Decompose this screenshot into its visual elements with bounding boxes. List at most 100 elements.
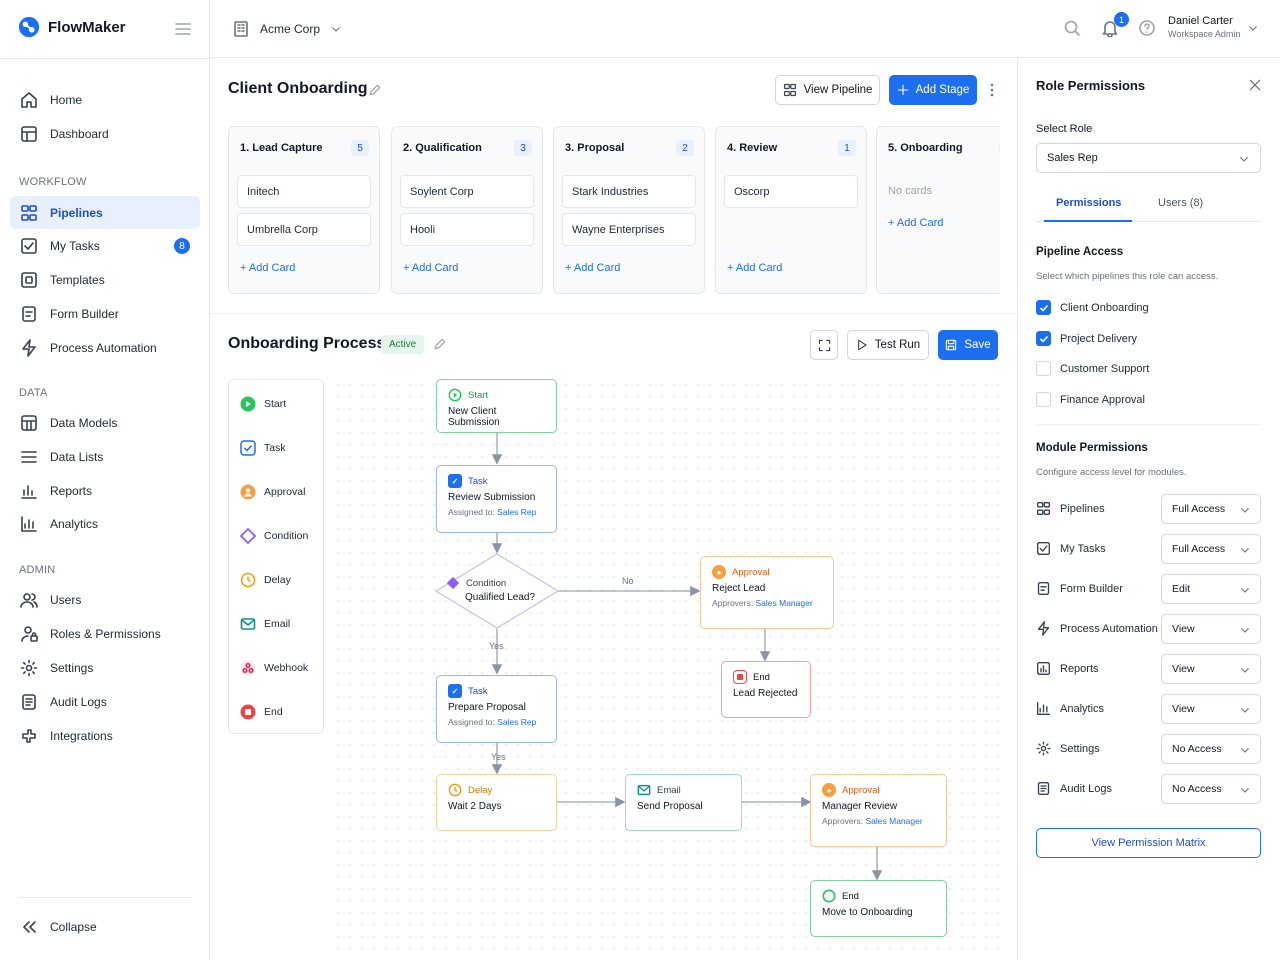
pipeline-card[interactable]: Stark Industries	[562, 175, 696, 208]
sidebar-item-roles-permissions[interactable]: Roles & Permissions	[10, 617, 200, 650]
sidebar-item-data-models[interactable]: Data Models	[10, 406, 200, 439]
access-level-select[interactable]: No Access	[1161, 774, 1261, 804]
palette-item-task[interactable]: Task	[240, 440, 286, 456]
sidebar-item-pipelines[interactable]: Pipelines	[10, 196, 200, 229]
org-switcher[interactable]: Acme Corp	[232, 20, 342, 38]
palette-item-approval[interactable]: Approval	[240, 484, 305, 500]
tasks-icon	[21, 237, 37, 254]
workflow-node-end[interactable]: End Move to Onboarding	[810, 880, 947, 937]
node-assignee[interactable]: Sales Rep	[497, 507, 536, 517]
module-row-process-automation: Process Automation View	[1036, 614, 1261, 644]
sidebar-item-audit-logs[interactable]: Audit Logs	[10, 685, 200, 718]
menu-icon[interactable]	[174, 20, 192, 38]
pipeline-checkbox[interactable]: Project Delivery	[1036, 331, 1137, 346]
fullscreen-button[interactable]	[810, 330, 838, 360]
webhook-icon	[241, 661, 255, 675]
add-card-link[interactable]: + Add Card	[888, 217, 943, 229]
node-assignee[interactable]: Sales Manager	[755, 598, 812, 608]
view-permission-matrix-button[interactable]: View Permission Matrix	[1036, 828, 1261, 858]
access-level-select[interactable]: No Access	[1161, 734, 1261, 764]
pipeline-card[interactable]: Soylent Corp	[400, 175, 534, 208]
add-stage-button[interactable]: Add Stage	[889, 75, 977, 105]
pipeline-card[interactable]: Initech	[237, 175, 371, 208]
node-assignee[interactable]: Sales Rep	[497, 717, 536, 727]
collapse-button[interactable]: Collapse	[10, 910, 200, 943]
node-title: Send Proposal	[637, 801, 703, 812]
home-icon	[21, 91, 37, 108]
close-icon[interactable]	[1248, 78, 1262, 92]
form-icon	[22, 305, 36, 322]
pipeline-card[interactable]: Umbrella Corp	[237, 213, 371, 246]
email-envelope-icon	[637, 784, 651, 796]
search-icon[interactable]	[1063, 19, 1081, 37]
add-card-link[interactable]: + Add Card	[240, 262, 295, 274]
sidebar-item-templates[interactable]: Templates	[10, 263, 200, 296]
app-logo[interactable]: FlowMaker	[18, 16, 126, 38]
access-level-select[interactable]: View	[1161, 694, 1261, 724]
palette-item-delay[interactable]: Delay	[240, 572, 291, 588]
pipeline-checkbox[interactable]: Customer Support	[1036, 361, 1149, 376]
access-level-select[interactable]: View	[1161, 654, 1261, 684]
tab-users[interactable]: Users (8)	[1158, 197, 1203, 209]
user-menu[interactable]: Daniel Carter Workspace Admin	[1168, 15, 1240, 41]
save-button[interactable]: Save	[938, 330, 998, 360]
more-options-icon[interactable]	[989, 82, 995, 98]
add-card-link[interactable]: + Add Card	[565, 262, 620, 274]
sidebar-item-dashboard[interactable]: Dashboard	[10, 117, 200, 150]
workflow-node-start[interactable]: Start New Client Submission	[436, 379, 557, 433]
access-level-select[interactable]: View	[1161, 614, 1261, 644]
view-pipeline-button[interactable]: View Pipeline	[775, 75, 880, 105]
help-icon[interactable]	[1138, 19, 1156, 37]
role-select[interactable]: Sales Rep	[1036, 143, 1261, 173]
sidebar-item-reports[interactable]: Reports	[10, 474, 200, 507]
user-name: Daniel Carter	[1168, 15, 1233, 27]
workflow-node-end[interactable]: End Lead Rejected	[721, 661, 811, 718]
edit-pencil-icon[interactable]	[368, 83, 382, 97]
process-title: Onboarding Process	[228, 335, 386, 352]
role-permissions-panel: Role Permissions Select Role Sales Rep P…	[1017, 58, 1280, 960]
pipeline-card[interactable]: Wayne Enterprises	[562, 213, 696, 246]
sidebar-item-users[interactable]: Users	[10, 583, 200, 616]
workflow-node-condition[interactable]: Condition	[446, 576, 506, 590]
workflow-node-task[interactable]: ✓ Task Prepare Proposal Assigned to: Sale…	[436, 675, 557, 743]
workflow-node-delay[interactable]: Delay Wait 2 Days	[436, 774, 557, 831]
sidebar-item-process-automation[interactable]: Process Automation	[10, 331, 200, 364]
org-name: Acme Corp	[260, 22, 321, 36]
pipeline-checkbox[interactable]: Finance Approval	[1036, 392, 1145, 407]
sidebar-item-my-tasks[interactable]: My Tasks 8	[10, 229, 200, 262]
palette-item-webhook[interactable]: Webhook	[240, 660, 308, 676]
sidebar-item-settings[interactable]: Settings	[10, 651, 200, 684]
sidebar-item-integrations[interactable]: Integrations	[10, 719, 200, 752]
pipeline-checkbox[interactable]: Client Onboarding	[1036, 300, 1149, 315]
chevron-down-icon[interactable]	[1247, 22, 1259, 34]
workflow-node-approval[interactable]: ● Approval Reject Lead Approvers: Sales M…	[700, 556, 834, 629]
add-card-link[interactable]: + Add Card	[403, 262, 458, 274]
add-card-link[interactable]: + Add Card	[727, 262, 782, 274]
sidebar-item-home[interactable]: Home	[10, 83, 200, 116]
pipeline-card[interactable]: Oscorp	[724, 175, 858, 208]
palette-item-end[interactable]: End	[240, 704, 283, 720]
access-level-select[interactable]: Edit	[1161, 574, 1261, 604]
palette-item-email[interactable]: Email	[240, 616, 290, 632]
sidebar-item-form-builder[interactable]: Form Builder	[10, 297, 200, 330]
node-assignee[interactable]: Sales Manager	[865, 816, 922, 826]
node-assigned-label: Assigned to:	[448, 507, 495, 517]
workflow-node-email[interactable]: Email Send Proposal	[625, 774, 742, 831]
workflow-node-approval[interactable]: ● Approval Manager Review Approvers: Sale…	[810, 774, 947, 847]
workflow-canvas[interactable]: No Yes Yes	[332, 379, 1000, 960]
tab-permissions[interactable]: Permissions	[1056, 197, 1121, 209]
sidebar-item-analytics[interactable]: Analytics	[10, 507, 200, 540]
palette-item-condition[interactable]: Condition	[240, 528, 308, 544]
edit-pencil-icon[interactable]	[433, 337, 447, 351]
sidebar-item-data-lists[interactable]: Data Lists	[10, 440, 200, 473]
access-level-select[interactable]: Full Access	[1161, 534, 1261, 564]
start-play-icon	[240, 396, 256, 412]
access-level-select[interactable]: Full Access	[1161, 494, 1261, 524]
palette-item-start[interactable]: Start	[240, 396, 286, 412]
workflow-node-task[interactable]: ✓ Task Review Submission Assigned to: Sal…	[436, 465, 557, 533]
node-kind: Start	[468, 389, 489, 401]
pipeline-card[interactable]: Hooli	[400, 213, 534, 246]
test-run-button[interactable]: Test Run	[847, 330, 929, 360]
chevron-down-icon	[1241, 708, 1249, 713]
sidebar-item-label: Pipelines	[50, 205, 103, 220]
